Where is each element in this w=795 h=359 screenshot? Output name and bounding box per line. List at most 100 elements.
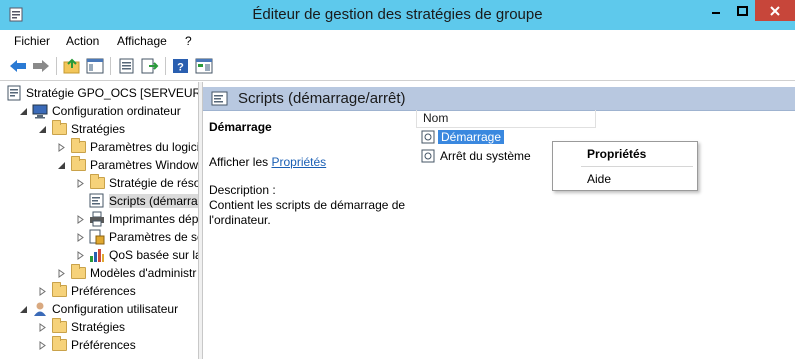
tree-item-label: Stratégie GPO_OCS [SERVEUR.C xyxy=(26,86,199,100)
tree-item-label: Configuration ordinateur xyxy=(52,104,181,118)
folder-icon xyxy=(70,156,86,173)
toolbar-separator xyxy=(110,57,111,75)
context-menu-separator xyxy=(581,166,693,167)
folder-icon xyxy=(51,318,67,335)
folder-icon xyxy=(70,138,86,155)
folder-icon xyxy=(89,174,105,191)
list-item-arret[interactable]: Arrêt du système xyxy=(420,147,531,165)
tree-item-label: Paramètres du logici xyxy=(90,140,199,154)
menu-help[interactable]: ? xyxy=(185,34,192,48)
tree-item-label: Paramètres de sé xyxy=(109,230,199,244)
tree-item-label: QoS basée sur la xyxy=(109,248,199,262)
collapse-arrow-icon[interactable] xyxy=(55,159,67,171)
export-icon[interactable] xyxy=(140,56,160,76)
tree-item-label: Imprimantes dép xyxy=(109,212,199,226)
menu-affichage[interactable]: Affichage xyxy=(117,34,167,48)
minimize-button[interactable] xyxy=(703,0,729,21)
close-button[interactable] xyxy=(755,0,795,21)
expand-arrow-icon[interactable] xyxy=(74,177,86,189)
context-menu-proprietes[interactable]: Propriétés xyxy=(553,143,697,165)
tree-item-label: Préférences xyxy=(71,284,136,298)
console-tree: Stratégie GPO_OCS [SERVEUR.C Configuratio… xyxy=(0,82,199,359)
description-area: Démarrage Afficher les Propriétés Descri… xyxy=(209,120,409,228)
up-folder-icon[interactable] xyxy=(62,56,82,76)
collapse-arrow-icon[interactable] xyxy=(17,303,29,315)
tree-item[interactable]: Stratégie de résol xyxy=(74,174,198,192)
script-icon xyxy=(420,129,436,145)
context-menu: Propriétés Aide xyxy=(552,141,698,191)
collapse-arrow-icon[interactable] xyxy=(36,123,48,135)
show-text: Afficher les xyxy=(209,155,272,169)
menu-bar: Fichier Action Affichage ? xyxy=(0,30,795,51)
tree-item[interactable]: Imprimantes dép xyxy=(74,210,198,228)
script-icon xyxy=(211,91,229,110)
expand-arrow-icon[interactable] xyxy=(36,339,48,351)
context-menu-aide[interactable]: Aide xyxy=(553,168,697,190)
expand-arrow-icon[interactable] xyxy=(74,213,86,225)
title-bar: Éditeur de gestion des stratégies de gro… xyxy=(0,0,795,30)
tree-item[interactable]: Paramètres Windows xyxy=(55,156,199,174)
expand-arrow-icon[interactable] xyxy=(55,267,67,279)
show-tree-icon[interactable] xyxy=(85,56,105,76)
tree-item[interactable]: Stratégie GPO_OCS [SERVEUR.C xyxy=(6,84,199,102)
computer-icon xyxy=(32,103,48,119)
tree-item-label: Scripts (démarrag xyxy=(109,194,198,208)
console-icon[interactable] xyxy=(194,56,214,76)
tree-item[interactable]: Préférences xyxy=(36,282,136,300)
script-icon xyxy=(420,148,436,164)
printer-icon xyxy=(89,211,105,227)
tree-item-label: Paramètres Windows xyxy=(90,158,199,172)
tree-item-label: Configuration utilisateur xyxy=(52,302,179,316)
folder-icon xyxy=(70,264,86,281)
panel-header: Scripts (démarrage/arrêt) xyxy=(203,87,795,111)
app-icon xyxy=(8,5,26,23)
tree-item[interactable]: QoS basée sur la xyxy=(74,246,199,264)
toolbar: ? xyxy=(0,51,795,81)
window-title: Éditeur de gestion des stratégies de gro… xyxy=(252,6,543,23)
collapse-arrow-icon[interactable] xyxy=(17,105,29,117)
tree-item[interactable]: Paramètres de sé xyxy=(74,228,199,246)
tree-item-label: Stratégies xyxy=(71,320,126,334)
properties-link[interactable]: Propriétés xyxy=(271,155,326,169)
properties-icon[interactable] xyxy=(117,56,137,76)
gpo-icon xyxy=(6,85,22,101)
expand-arrow-icon[interactable] xyxy=(55,141,67,153)
tree-item-label: Modèles d'administr xyxy=(90,266,197,280)
svg-text:?: ? xyxy=(177,62,184,74)
chart-icon xyxy=(89,247,105,263)
maximize-button[interactable] xyxy=(729,0,755,21)
forward-icon[interactable] xyxy=(31,56,51,76)
tree-item-label: Stratégies xyxy=(71,122,126,136)
tree-item[interactable]: Stratégies xyxy=(36,120,125,138)
tree-item[interactable]: Stratégies xyxy=(36,318,125,336)
tree-item[interactable]: Scripts (démarrag xyxy=(74,192,198,210)
back-icon[interactable] xyxy=(8,56,28,76)
tree-item[interactable]: Configuration utilisateur xyxy=(17,300,178,318)
expand-arrow-icon[interactable] xyxy=(74,249,86,261)
help-icon[interactable]: ? xyxy=(171,56,191,76)
folder-icon xyxy=(51,282,67,299)
tree-item-label: Préférences xyxy=(71,338,136,352)
menu-fichier[interactable]: Fichier xyxy=(14,34,50,48)
folder-icon xyxy=(51,336,67,353)
tree-item[interactable]: Préférences xyxy=(36,336,136,354)
column-header-nom[interactable]: Nom xyxy=(416,110,596,128)
expand-arrow-icon[interactable] xyxy=(36,321,48,333)
tree-item[interactable]: Configuration ordinateur xyxy=(17,102,181,120)
expand-arrow-icon[interactable] xyxy=(36,285,48,297)
no-expander xyxy=(74,195,86,207)
description-label: Description : xyxy=(209,183,276,197)
tree-item[interactable]: Paramètres du logici xyxy=(55,138,199,156)
folder-icon xyxy=(51,120,67,137)
user-icon xyxy=(32,301,48,317)
menu-action[interactable]: Action xyxy=(66,34,99,48)
list-item-label: Démarrage xyxy=(438,130,505,144)
list-item-demarrage[interactable]: Démarrage xyxy=(420,128,505,146)
toolbar-separator xyxy=(56,57,57,75)
list-item-label: Arrêt du système xyxy=(440,149,531,163)
description-text: Contient les scripts de démarrage de l'o… xyxy=(209,198,406,227)
tree-item[interactable]: Modèles d'administr xyxy=(55,264,196,282)
script-icon xyxy=(89,193,105,209)
expand-arrow-icon[interactable] xyxy=(74,231,86,243)
toolbar-separator xyxy=(165,57,166,75)
